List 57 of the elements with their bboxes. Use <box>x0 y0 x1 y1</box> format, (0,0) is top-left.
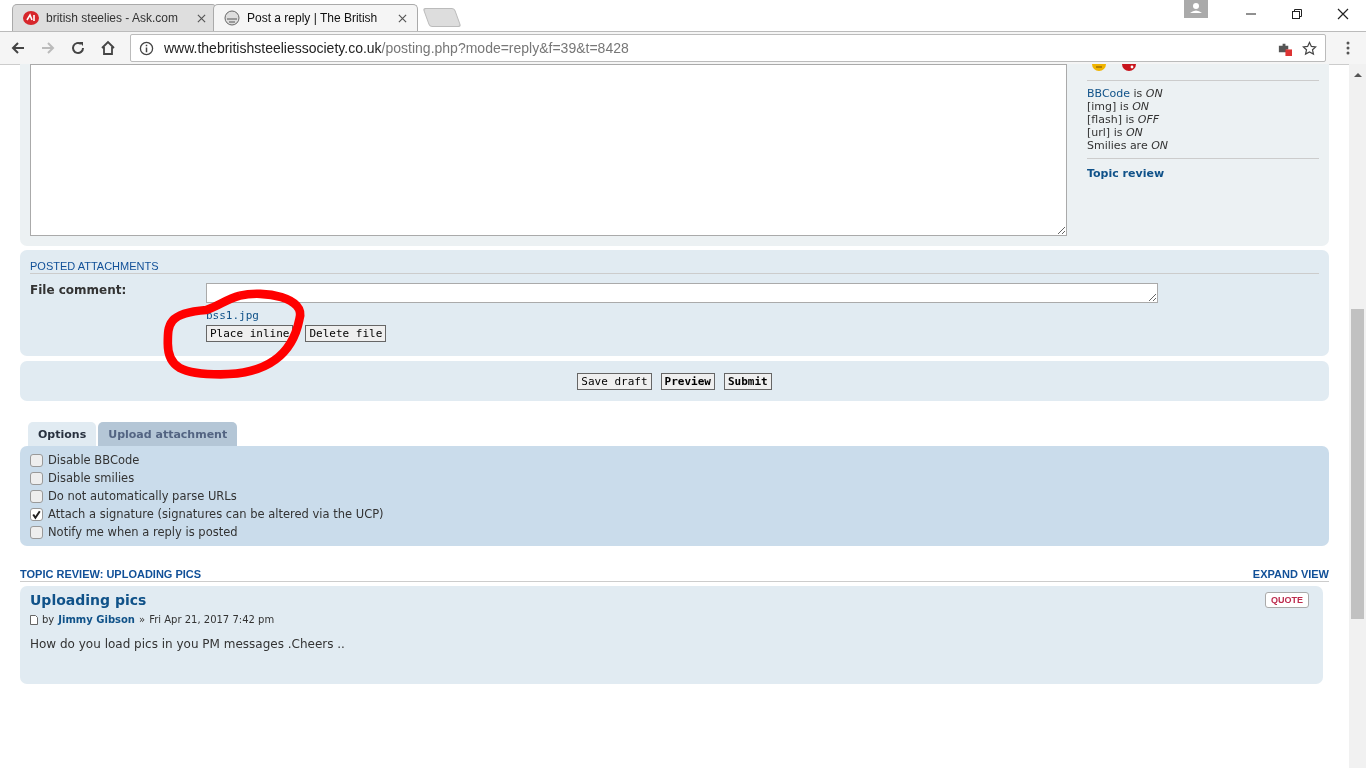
checkbox[interactable] <box>30 489 43 503</box>
form-button[interactable]: Preview <box>660 372 715 390</box>
option-label: Notify me when a reply is posted <box>48 525 238 539</box>
info-icon <box>139 40 154 56</box>
option-label: Attach a signature (signatures can be altered via the UCP) <box>48 507 384 521</box>
globe-icon <box>224 10 240 26</box>
scrollbar[interactable] <box>1349 64 1366 768</box>
tab-title: british steelies - Ask.com <box>46 11 180 25</box>
browser-tab[interactable]: Post a reply | The British <box>213 4 418 31</box>
quote-button[interactable]: QUOTE <box>1265 592 1309 608</box>
post-body: How do you load pics in you PM messages .Cheers .. <box>30 637 346 651</box>
form-button[interactable]: Submit <box>723 372 772 390</box>
author-link[interactable]: Jimmy Gibson <box>58 614 135 625</box>
close-icon[interactable] <box>398 13 407 23</box>
topic-review-link[interactable]: Topic review <box>1087 167 1319 180</box>
setting-status: BBCode is ON <box>1087 87 1164 100</box>
checkbox[interactable] <box>30 471 43 485</box>
checkbox[interactable] <box>30 507 43 521</box>
setting-status: [flash] is OFF <box>1087 113 1161 126</box>
panel-tab[interactable]: Options <box>28 422 97 446</box>
back-arrow-icon[interactable] <box>10 40 26 56</box>
section-heading: POSTED ATTACHMENTS <box>30 250 1319 274</box>
file-button[interactable]: Delete file <box>305 325 387 342</box>
option-label: Do not automatically parse URLs <box>48 489 237 503</box>
comment-field[interactable] <box>206 283 1158 303</box>
star-icon[interactable] <box>1302 40 1317 56</box>
setting-status: Smilies are ON <box>1087 139 1170 152</box>
setting-status: [url] is ON <box>1087 126 1144 139</box>
scroll-up-icon[interactable] <box>1354 72 1362 78</box>
post-date: Fri Apr 21, 2017 7:42 pm <box>149 614 275 625</box>
smiley-icon[interactable] <box>1121 64 1137 74</box>
close-icon[interactable] <box>1337 8 1349 20</box>
reload-icon[interactable] <box>70 40 86 56</box>
option-label: Disable BBCode <box>48 453 140 467</box>
post-title[interactable]: Uploading pics <box>30 592 147 608</box>
scrollbar-thumb[interactable] <box>1351 309 1364 619</box>
checkbox[interactable] <box>30 525 43 539</box>
logo-icon <box>23 10 39 26</box>
checkbox[interactable] <box>30 453 43 467</box>
option-label: Disable smilies <box>48 471 135 485</box>
form-button[interactable]: Save draft <box>577 372 652 390</box>
restore-icon[interactable] <box>1291 8 1303 20</box>
separator-text: » <box>139 614 146 625</box>
tab-title: Post a reply | The British <box>247 11 379 25</box>
setting-status: [img] is ON <box>1087 100 1151 113</box>
section-heading: TOPIC REVIEW: UPLOADING PICS <box>20 568 202 580</box>
file-button[interactable]: Place inline <box>206 325 294 342</box>
field-label: File comment: <box>30 283 128 299</box>
address-bar[interactable]: www.thebritishsteeliessociety.co.uk/posting.php?mode=reply&f=39&t=8428 <box>130 34 1326 62</box>
smiley-icon[interactable] <box>1091 64 1107 74</box>
home-icon[interactable] <box>100 40 116 56</box>
expand-view-link[interactable]: EXPAND VIEW <box>1252 568 1329 580</box>
message-field[interactable] <box>30 64 1067 236</box>
byline-text: by <box>42 614 55 625</box>
document-icon <box>30 614 38 625</box>
file-link[interactable]: bss1.jpg <box>206 309 1158 322</box>
url-text: www.thebritishsteeliessociety.co.uk/posting.php?mode=reply&f=39&t=8428 <box>164 40 629 56</box>
